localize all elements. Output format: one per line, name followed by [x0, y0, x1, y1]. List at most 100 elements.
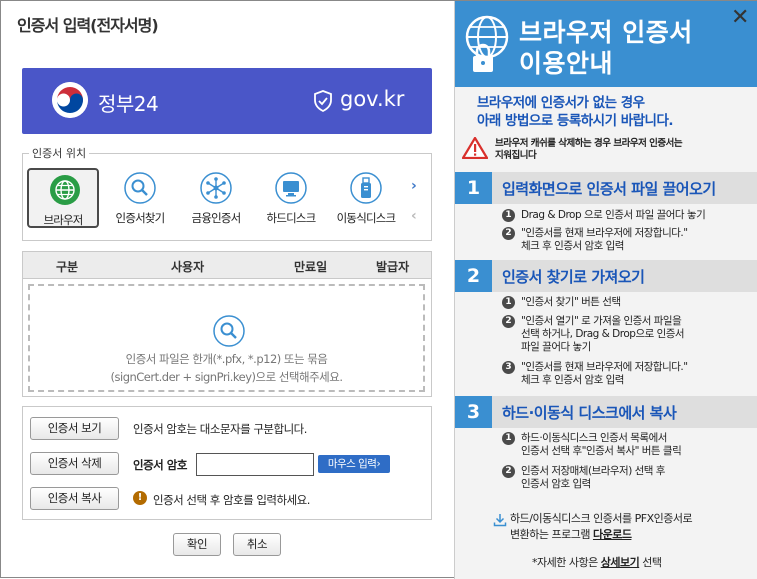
- step-line: "인증서 찾기" 버튼 선택: [521, 296, 621, 308]
- location-hard-disk[interactable]: 하드디스크: [255, 168, 327, 228]
- location-legend: 인증서 위치: [29, 145, 90, 161]
- certificate-input-panel: 인증서 입력(전자서명) 정부24 gov.kr 인증서 위치 브라우저 인증서…: [1, 1, 452, 579]
- step-number-icon: 1: [502, 209, 515, 222]
- step-number-icon: 2: [502, 315, 515, 328]
- certificate-action-box: 인증서 보기 인증서 암호는 대소문자를 구분합니다. 인증서 삭제 인증서 암…: [22, 406, 432, 520]
- intro-line: 브라우저에 인증서가 없는 경우: [477, 95, 645, 111]
- password-label: 인증서 암호: [133, 458, 187, 472]
- guide-header: 브라우저 인증서 이용안내: [455, 1, 757, 87]
- guide-step: "인증서를 현재 브라우저에 저장합니다." 체크 후 인증서 암호 입력: [521, 227, 688, 253]
- certificate-drop-zone[interactable]: 인증서 파일은 한개(*.pfx, *.p12) 또는 묶음 (signCert…: [28, 284, 425, 392]
- section-number: 3: [455, 396, 492, 428]
- column-header-expiry: 만료일: [294, 260, 328, 274]
- certificate-table: 구분 사용자 만료일 발급자 인증서 파일은 한개(*.pfx, *.p12) …: [22, 251, 432, 397]
- step-line: 선택 하거나, Drag & Drop으로 인증서: [521, 328, 685, 340]
- dialog-title: 인증서 입력(전자서명): [17, 16, 159, 35]
- section-title: 입력화면으로 인증서 파일 끌어오기: [502, 180, 716, 198]
- location-removable-disk[interactable]: 이동식디스크: [330, 168, 402, 228]
- guide-title: 브라우저 인증서 이용안내: [519, 17, 693, 79]
- download-link[interactable]: 다운로드: [593, 528, 632, 541]
- gov-domain: gov.kr: [340, 87, 405, 111]
- step-line: "인증서 열기" 로 가져올 인증서 파일을: [521, 315, 682, 327]
- section-title: 인증서 찾기로 가져오기: [502, 268, 645, 286]
- guide-title-line: 브라우저 인증서: [519, 18, 693, 47]
- step-number-icon: 2: [502, 465, 515, 478]
- column-header-user: 사용자: [171, 260, 205, 274]
- guide-step: "인증서를 현재 브라우저에 저장합니다." 체크 후 인증서 암호 입력: [521, 361, 688, 387]
- section-number: 1: [455, 172, 492, 204]
- guide-step: 하드·이동식디스크 인증서 목록에서 인증서 선택 후"인증서 복사" 버튼 클…: [521, 432, 682, 458]
- guide-step: "인증서 열기" 로 가져올 인증서 파일을 선택 하거나, Drag & Dr…: [521, 315, 685, 354]
- warning-line: 브라우저 캐쉬를 삭제하는 경우 브라우저 인증서는: [495, 138, 683, 149]
- location-browser[interactable]: 브라우저: [27, 168, 99, 228]
- view-certificate-button[interactable]: 인증서 보기: [30, 417, 119, 440]
- location-label: 이동식디스크: [336, 211, 396, 225]
- section-title: 하드·이동식 디스크에서 복사: [502, 404, 677, 422]
- usb-drive-icon: [349, 171, 383, 205]
- browser-certificate-guide: 브라우저 인증서 이용안내 ✕ 브라우저에 인증서가 없는 경우 아래 방법으로…: [454, 1, 757, 579]
- step-line: Drag & Drop 으로 인증서 파일 끌어다 놓기: [521, 209, 706, 221]
- location-label: 브라우저: [43, 213, 83, 227]
- prev-arrow-icon[interactable]: ‹: [411, 208, 417, 224]
- download-prefix: 변환하는 프로그램: [510, 528, 593, 541]
- guide-section-3: 3 하드·이동식 디스크에서 복사: [455, 396, 757, 428]
- location-label: 하드디스크: [266, 211, 317, 225]
- cancel-button[interactable]: 취소: [233, 533, 281, 556]
- step-line: 인증서 암호 입력: [521, 478, 591, 490]
- step-line: 인증서 선택 후"인증서 복사" 버튼 클릭: [521, 445, 682, 457]
- case-sensitive-note: 인증서 암호는 대소문자를 구분합니다.: [133, 422, 307, 436]
- detail-suffix: 선택: [639, 556, 662, 569]
- taegeuk-logo-icon: [52, 82, 88, 118]
- guide-step: "인증서 찾기" 버튼 선택: [521, 296, 621, 309]
- password-input[interactable]: [196, 453, 314, 476]
- monitor-icon: [274, 171, 308, 205]
- step-line: "인증서를 현재 브라우저에 저장합니다.": [521, 361, 688, 373]
- copy-certificate-button[interactable]: 인증서 복사: [30, 487, 119, 510]
- guide-step: Drag & Drop 으로 인증서 파일 끌어다 놓기: [521, 209, 706, 222]
- step-line: "인증서를 현재 브라우저에 저장합니다.": [521, 227, 688, 239]
- table-header: 구분 사용자 만료일 발급자: [23, 252, 431, 279]
- shield-check-icon: [313, 89, 333, 117]
- detail-prefix: *자세한 사항은: [532, 556, 601, 569]
- drop-zone-text: 인증서 파일은 한개(*.pfx, *.p12) 또는 묶음 (signCert…: [30, 350, 423, 386]
- step-number-icon: 1: [502, 432, 515, 445]
- download-line: 하드/이동식디스크 인증서를 PFX인증서로: [510, 512, 693, 525]
- step-line: 인증서 저장매체(브라우저) 선택 후: [521, 465, 665, 477]
- guide-step: 인증서 저장매체(브라우저) 선택 후 인증서 암호 입력: [521, 465, 665, 491]
- certificate-dialog: 인증서 입력(전자서명) 정부24 gov.kr 인증서 위치 브라우저 인증서…: [0, 0, 757, 579]
- step-number-icon: 1: [502, 296, 515, 309]
- globe-lock-icon: [461, 11, 513, 81]
- close-icon[interactable]: ✕: [731, 7, 749, 29]
- detail-link[interactable]: 상세보기: [601, 556, 640, 569]
- gov24-name: 정부24: [98, 92, 159, 116]
- location-search[interactable]: 인증서찾기: [104, 168, 176, 228]
- download-line: 변환하는 프로그램 다운로드: [510, 527, 692, 543]
- step-number-icon: 2: [502, 227, 515, 240]
- drop-text-line: (signCert.der + signPri.key)으로 선택해주세요.: [110, 370, 343, 384]
- guide-section-1: 1 입력화면으로 인증서 파일 끌어오기: [455, 172, 757, 204]
- delete-certificate-button[interactable]: 인증서 삭제: [30, 452, 119, 475]
- step-line: 체크 후 인증서 암호 입력: [521, 374, 624, 386]
- guide-title-line: 이용안내: [519, 49, 614, 78]
- download-icon: [493, 512, 507, 531]
- exclamation-icon: !: [133, 491, 147, 505]
- cache-warning: 브라우저 캐쉬를 삭제하는 경우 브라우저 인증서는 지워집니다: [495, 138, 683, 162]
- drop-text-line: 인증서 파일은 한개(*.pfx, *.p12) 또는 묶음: [125, 352, 328, 366]
- warning-line: 지워집니다: [495, 150, 537, 161]
- certificate-location-box: 인증서 위치 브라우저 인증서찾기 금융인증서 하드디스크 이동식디스크 › ‹: [22, 145, 432, 241]
- step-number-icon: 3: [502, 361, 515, 374]
- next-arrow-icon[interactable]: ›: [411, 178, 417, 194]
- select-certificate-note: 인증서 선택 후 암호를 입력하세요.: [153, 493, 310, 507]
- mouse-input-button[interactable]: 마우스 입력›: [318, 455, 390, 473]
- step-line: 체크 후 인증서 암호 입력: [521, 240, 624, 252]
- detail-note: *자세한 사항은 상세보기 선택: [532, 554, 662, 570]
- ok-button[interactable]: 확인: [173, 533, 221, 556]
- guide-section-2: 2 인증서 찾기로 가져오기: [455, 260, 757, 292]
- magnifier-icon: [123, 171, 157, 205]
- globe-icon: [48, 173, 82, 207]
- magnifier-icon: [212, 314, 246, 348]
- section-number: 2: [455, 260, 492, 292]
- location-label: 금융인증서: [191, 211, 242, 225]
- location-label: 인증서찾기: [115, 211, 166, 225]
- location-financial[interactable]: 금융인증서: [180, 168, 252, 228]
